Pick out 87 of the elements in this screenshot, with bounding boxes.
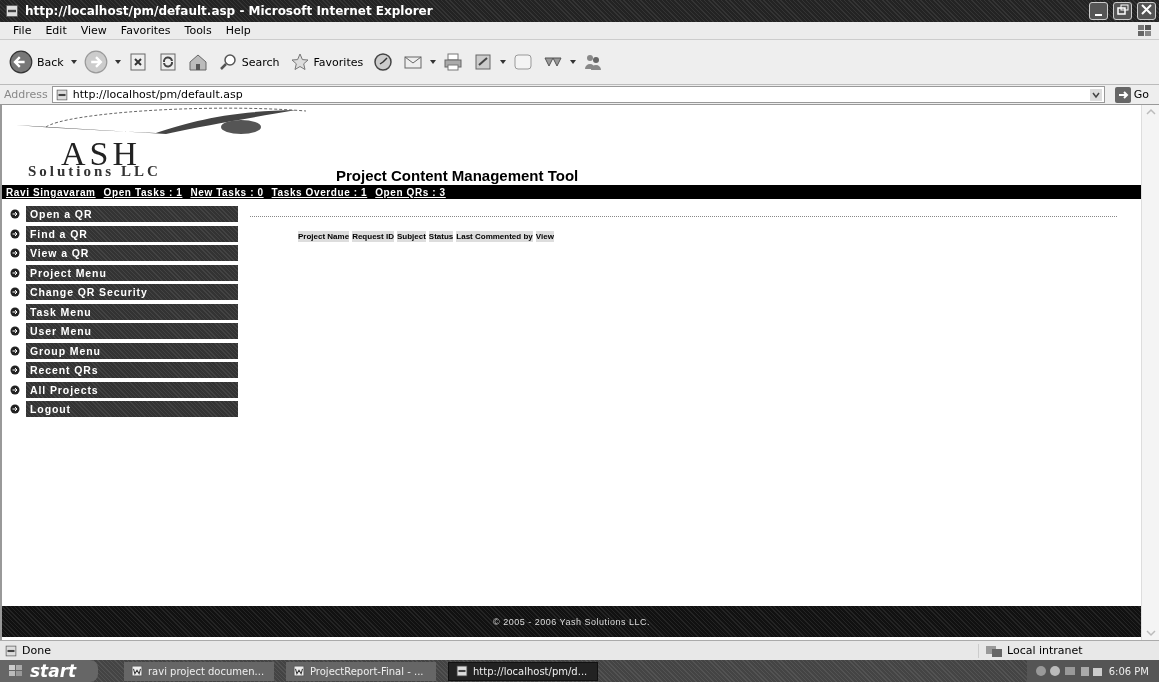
refresh-icon bbox=[157, 52, 178, 72]
go-button[interactable]: Go bbox=[1108, 85, 1155, 104]
menu-item[interactable]: View bbox=[73, 24, 114, 37]
printer-icon bbox=[443, 52, 464, 72]
bullet-arrow-icon bbox=[10, 306, 20, 317]
dropdown-caret-icon[interactable] bbox=[570, 60, 577, 64]
nav-menu-item[interactable]: All Projects bbox=[26, 381, 238, 398]
page-heading: Project Content Management Tool bbox=[336, 167, 579, 184]
browser-icon bbox=[455, 664, 469, 678]
back-button[interactable]: Back bbox=[6, 48, 67, 76]
restore-icon bbox=[1116, 4, 1129, 15]
copyright-footer: © 2005 - 2006 Yash Solutions LLC. bbox=[2, 606, 1141, 637]
document-icon bbox=[292, 664, 306, 678]
nav-menu-item[interactable]: Change QR Security bbox=[26, 284, 238, 300]
address-label: Address bbox=[4, 88, 48, 101]
bullet-arrow-icon bbox=[10, 248, 20, 258]
taskbar-button[interactable]: ravi project documen... bbox=[124, 661, 274, 681]
stats-link[interactable]: Open Tasks : 1 bbox=[103, 186, 183, 198]
menu-item[interactable]: Favorites bbox=[113, 24, 178, 37]
clock-icon bbox=[373, 52, 394, 72]
minimize-button[interactable] bbox=[1089, 2, 1108, 20]
column-header: Subject bbox=[396, 231, 426, 242]
minimize-icon bbox=[1095, 14, 1102, 16]
column-header: View bbox=[535, 231, 554, 242]
document-icon bbox=[473, 52, 494, 72]
bullet-arrow-icon bbox=[10, 287, 20, 297]
bullet-arrow-icon bbox=[10, 267, 20, 278]
dropdown-caret-icon[interactable] bbox=[500, 60, 507, 64]
nav-menu-item[interactable]: Find a QR bbox=[26, 225, 238, 242]
nav-menu-item[interactable]: Project Menu bbox=[26, 264, 238, 281]
close-icon bbox=[1141, 4, 1152, 15]
nav-menu-item[interactable]: Logout bbox=[26, 401, 238, 417]
bullet-arrow-icon bbox=[10, 209, 20, 219]
nav-menu-item[interactable]: Task Menu bbox=[26, 303, 238, 320]
bullet-arrow-icon bbox=[10, 228, 20, 239]
star-icon bbox=[289, 52, 310, 72]
house-icon bbox=[187, 52, 208, 72]
browser-icon bbox=[54, 87, 69, 102]
dropdown-caret-icon[interactable] bbox=[1089, 88, 1102, 101]
menu-item[interactable]: Help bbox=[218, 24, 258, 37]
dropdown-caret-icon[interactable] bbox=[114, 60, 121, 64]
network-icon bbox=[985, 643, 1003, 658]
stop-icon bbox=[127, 52, 148, 72]
window-title: http://localhost/pm/default.asp - Microsoft Internet Explorer bbox=[25, 4, 434, 18]
stats-link[interactable]: Ravi Singavaram bbox=[6, 186, 96, 198]
restore-button[interactable] bbox=[1113, 2, 1132, 20]
stats-link[interactable]: New Tasks : 0 bbox=[190, 186, 264, 198]
nav-menu-item[interactable]: View a QR bbox=[26, 245, 238, 261]
menu-item[interactable]: Tools bbox=[177, 24, 219, 37]
windows-flag-icon bbox=[8, 664, 24, 678]
status-text: Done bbox=[22, 644, 51, 657]
bullet-arrow-icon bbox=[10, 345, 20, 356]
stats-link[interactable]: Tasks Overdue : 1 bbox=[271, 186, 368, 198]
clock: 6:06 PM bbox=[1108, 665, 1149, 677]
nav-menu-item[interactable]: User Menu bbox=[26, 323, 238, 339]
start-button[interactable]: start bbox=[0, 660, 98, 682]
people-icon bbox=[583, 52, 604, 72]
dropdown-caret-icon[interactable] bbox=[430, 60, 437, 64]
dropdown-caret-icon[interactable] bbox=[70, 60, 77, 64]
column-header: Project Name bbox=[298, 231, 350, 242]
windows-flag-icon bbox=[1137, 23, 1153, 38]
bullet-arrow-icon bbox=[10, 404, 20, 414]
taskbar-button[interactable]: http://localhost/pm/d... bbox=[448, 661, 598, 681]
favorites-button[interactable]: Favorites bbox=[286, 50, 367, 74]
address-field[interactable]: http://localhost/pm/default.asp bbox=[51, 86, 1105, 103]
column-header: Request ID bbox=[352, 231, 394, 242]
browser-icon bbox=[4, 3, 20, 19]
search-button[interactable]: Search bbox=[214, 50, 283, 74]
stats-link[interactable]: Open QRs : 3 bbox=[375, 186, 446, 198]
nav-menu-item[interactable]: Recent QRs bbox=[26, 362, 238, 378]
column-header: Status bbox=[428, 231, 454, 242]
tray-icons-drawing bbox=[1034, 664, 1105, 678]
bullet-arrow-icon bbox=[10, 326, 20, 336]
forward-icon bbox=[83, 50, 108, 74]
bullet-arrow-icon bbox=[10, 384, 20, 395]
menu-item[interactable]: File bbox=[6, 24, 39, 37]
document-icon bbox=[130, 664, 144, 678]
close-button[interactable] bbox=[1137, 2, 1156, 20]
back-icon bbox=[9, 50, 33, 74]
bullet-arrow-icon bbox=[10, 365, 20, 375]
nav-menu-item[interactable]: Group Menu bbox=[26, 342, 238, 359]
blank-box-icon bbox=[513, 52, 534, 72]
menu-item[interactable]: Edit bbox=[38, 24, 74, 37]
nav-menu-item[interactable]: Open a QR bbox=[26, 206, 238, 222]
taskbar-button[interactable]: ProjectReport-Final - ... bbox=[286, 661, 436, 681]
zone-label: Local intranet bbox=[1007, 644, 1083, 657]
column-header: Last Commented by bbox=[456, 231, 533, 242]
